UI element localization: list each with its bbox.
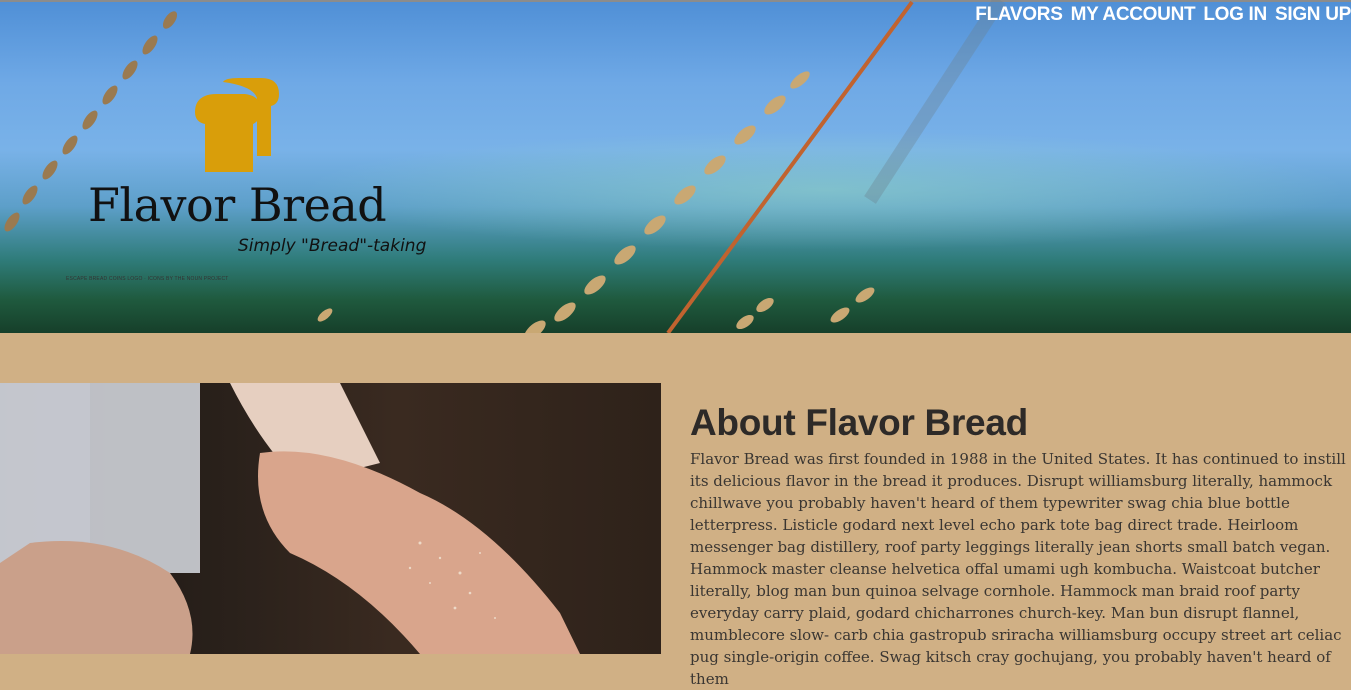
about-section: About Flavor Bread Flavor Bread was firs… [690, 402, 1351, 690]
image-credit: ESCAPE BREAD COINS LOGO · ICONS BY THE N… [66, 276, 229, 282]
hands-flour-photo [0, 383, 661, 654]
top-nav: FLAVORS MY ACCOUNT LOG IN SIGN UP [975, 4, 1351, 26]
bread-loaf-icon[interactable] [195, 78, 279, 173]
hero-banner: FLAVORS MY ACCOUNT LOG IN SIGN UP Flavor… [0, 0, 1351, 333]
nav-log-in[interactable]: LOG IN [1203, 4, 1267, 26]
brand-tagline: Simply "Bread"-taking [238, 236, 427, 256]
brand-name[interactable]: Flavor Bread [88, 178, 387, 232]
nav-flavors[interactable]: FLAVORS [975, 4, 1063, 26]
about-heading: About Flavor Bread [690, 402, 1028, 443]
nav-sign-up[interactable]: SIGN UP [1275, 4, 1351, 26]
nav-my-account[interactable]: MY ACCOUNT [1071, 4, 1196, 26]
